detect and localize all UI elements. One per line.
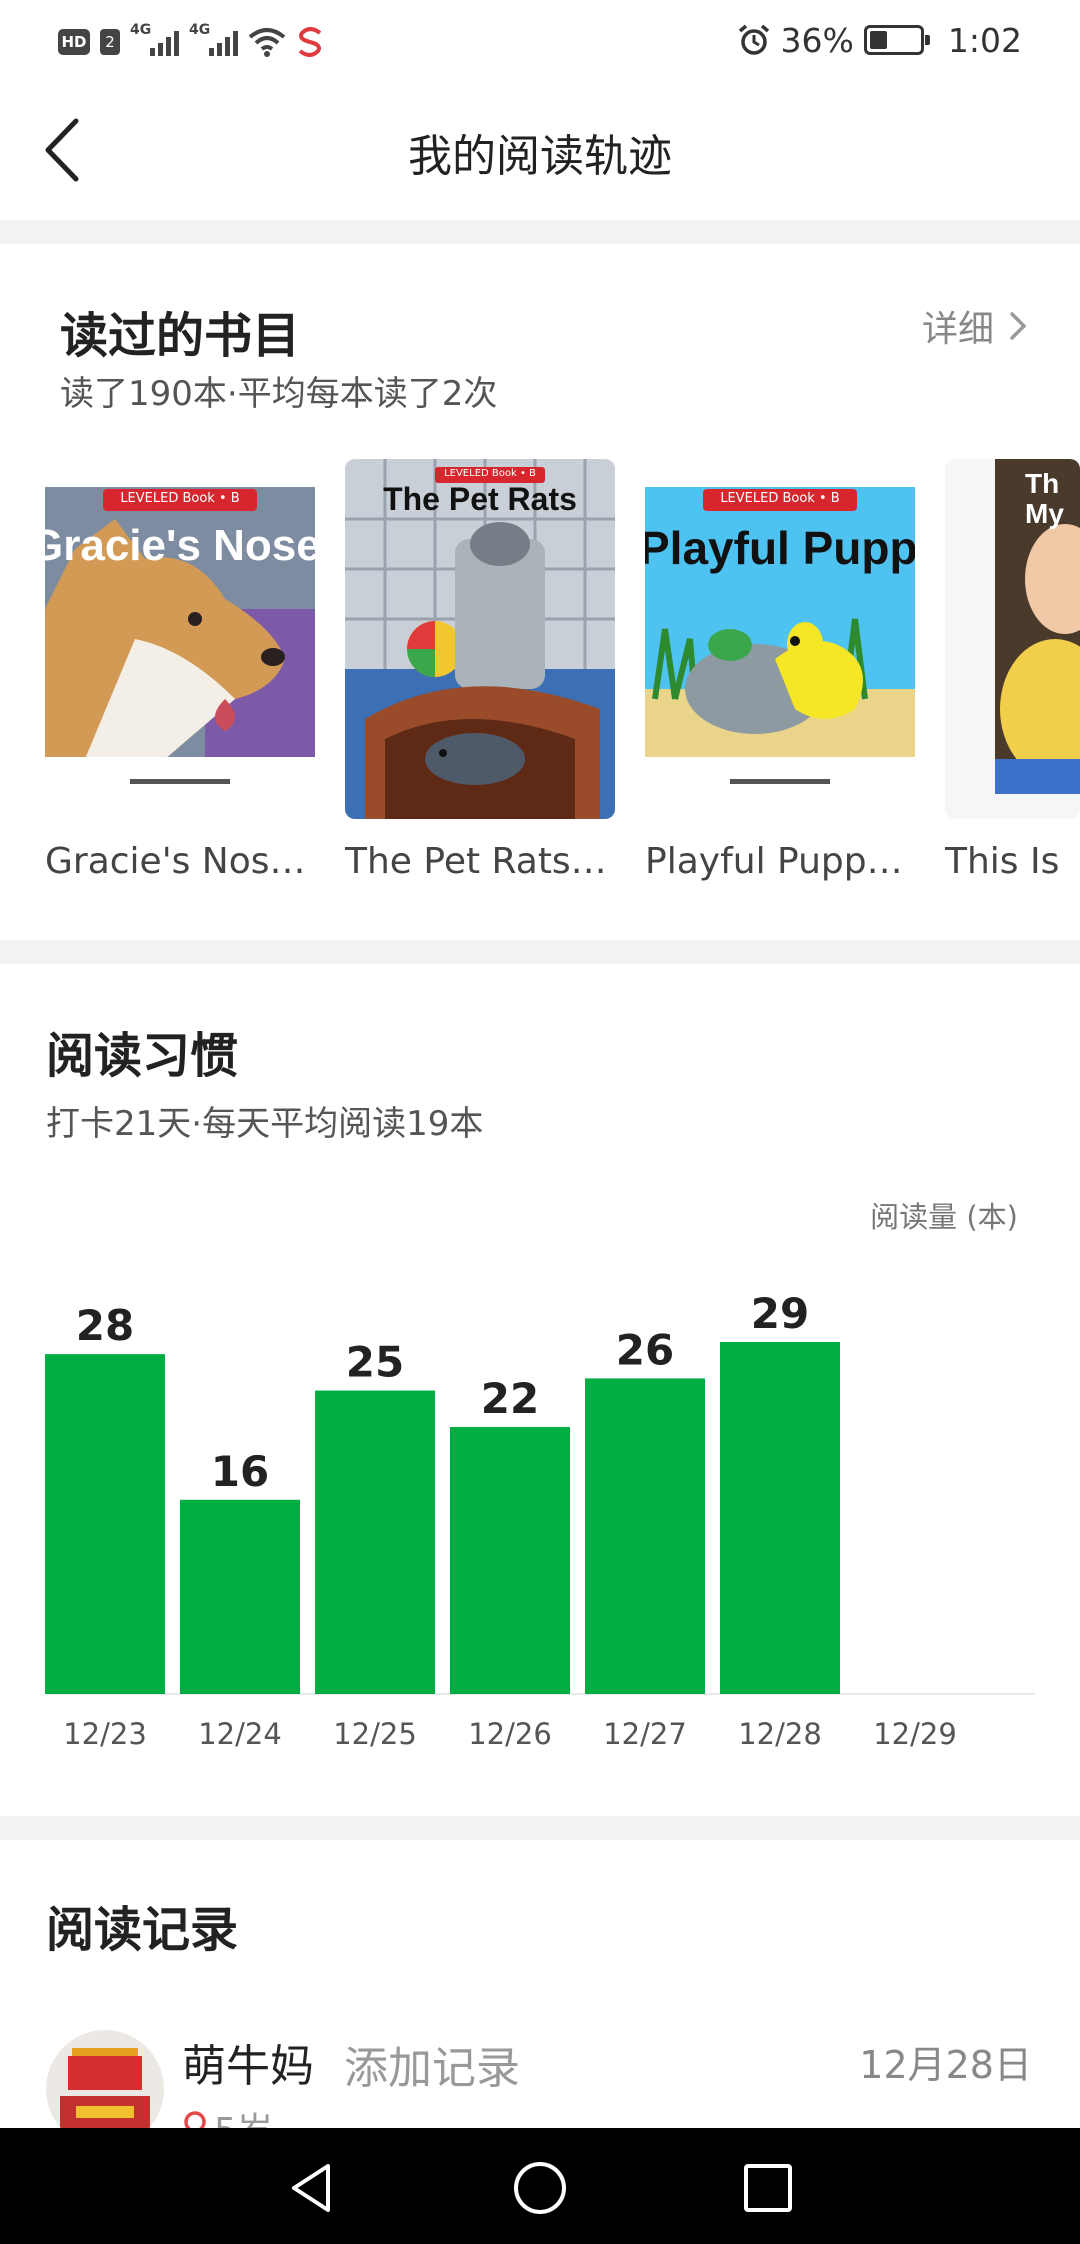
book-cover: Th My xyxy=(945,459,1080,819)
clock: 1:02 xyxy=(947,20,1022,60)
home-circle-icon[interactable] xyxy=(510,2158,570,2218)
chart-x-tick-label: 12/23 xyxy=(63,1717,147,1751)
chart-data-label: 28 xyxy=(76,1301,134,1350)
system-nav-bar xyxy=(0,2128,1080,2244)
book-cover: LEVELED Book • B Playful Puppy xyxy=(645,459,915,819)
books-section-subtitle: 读了190本·平均每本读了2次 xyxy=(60,374,498,414)
page-title: 我的阅读轨迹 xyxy=(408,131,672,182)
alarm-icon xyxy=(738,24,769,55)
status-icons-left: HD 2 4G 4G xyxy=(58,22,324,62)
status-icons-right: 36% 1:02 xyxy=(737,18,1022,62)
chart-x-tick-label: 12/24 xyxy=(198,1717,282,1751)
books-section: 读过的书目 读了190本·平均每本读了2次 详细 LEVELED Book • … xyxy=(0,244,1080,940)
chart-data-label: 25 xyxy=(346,1338,404,1387)
habit-section: 阅读习惯 打卡21天·每天平均阅读19本 阅读量 (本) 28 12/23 16 12… xyxy=(0,964,1080,1816)
record-date: 12月28日 xyxy=(859,2043,1032,2087)
yellow-puppy-illustration-icon xyxy=(645,487,915,819)
book-title: This Is xyxy=(945,841,1060,882)
back-triangle-icon[interactable] xyxy=(282,2158,342,2218)
book-cover: LEVELED Book • B Gracie's Nose xyxy=(45,459,315,819)
cover-banner: LEVELED Book • B xyxy=(444,468,536,479)
book-item[interactable]: LEVELED Book • B Gracie's Nose Gracie's … xyxy=(45,459,315,882)
app-notification-icon xyxy=(298,27,322,57)
avatar[interactable] xyxy=(46,2030,164,2128)
hd-badge: HD xyxy=(58,29,90,55)
user-age: 5岁 xyxy=(214,2102,273,2128)
chart-bar xyxy=(45,1354,165,1694)
user-avatar-icon xyxy=(46,2030,164,2128)
reading-bar-chart: 28 12/23 16 12/24 25 12/25 22 12/26 26 12/27 29 12/… xyxy=(45,1289,1035,1751)
chart-data-label: 29 xyxy=(751,1289,809,1338)
network-type-label: 4G xyxy=(130,22,152,38)
user-name[interactable]: 萌牛妈 xyxy=(182,2030,314,2094)
chart-data-label: 22 xyxy=(481,1374,539,1423)
nav-bar: 我的阅读轨迹 xyxy=(0,80,1080,220)
book-title: Gracie's Nos… xyxy=(45,841,306,882)
network-type-label: 4G xyxy=(189,22,211,38)
cover-title: Th My xyxy=(1025,468,1064,529)
records-section: 阅读记录 萌牛妈 添加记录 12月28日 5岁 xyxy=(0,1840,1080,2128)
chart-data-label: 26 xyxy=(616,1325,674,1374)
chart-bar xyxy=(180,1499,300,1694)
user-age-row: 5岁 xyxy=(180,2102,273,2128)
chart-bar xyxy=(720,1342,840,1694)
cover-title: Playful Puppy xyxy=(645,522,915,574)
add-record-button[interactable]: 添加记录 xyxy=(344,2032,520,2096)
cover-title: Gracie's Nose xyxy=(45,521,315,570)
chart-bar xyxy=(585,1378,705,1694)
recents-square-icon[interactable] xyxy=(738,2158,798,2218)
battery-percent: 36% xyxy=(780,20,854,60)
books-section-title: 读过的书目 xyxy=(60,308,301,364)
detail-link[interactable]: 详细 xyxy=(922,300,1028,352)
book-cover: LEVELED Book • B The Pet Rats xyxy=(345,459,615,819)
book-item[interactable]: LEVELED Book • B Playful Puppy Playful P… xyxy=(645,459,915,882)
female-icon xyxy=(184,2111,206,2128)
cover-title: The Pet Rats xyxy=(383,481,577,517)
signal-2-icon: 4G xyxy=(189,22,238,56)
chevron-right-icon xyxy=(1010,312,1027,340)
wifi-icon xyxy=(248,28,286,57)
corgi-dog-illustration-icon xyxy=(45,487,315,819)
cover-banner: LEVELED Book • B xyxy=(120,491,240,506)
book-title: The Pet Rats… xyxy=(345,841,607,882)
chart-bar xyxy=(450,1426,570,1694)
cover-banner: LEVELED Book • B xyxy=(720,491,840,506)
book-item[interactable]: LEVELED Book • B The Pet Rats The Pet Ra… xyxy=(345,459,615,882)
book-item[interactable]: Th My This Is xyxy=(945,459,1080,882)
chart-x-tick-label: 12/26 xyxy=(468,1717,552,1751)
chart-data-label: 16 xyxy=(211,1447,269,1496)
chart-x-tick-label: 12/27 xyxy=(603,1717,687,1751)
signal-1-icon: 4G xyxy=(130,22,179,56)
chart-x-tick-label: 12/29 xyxy=(873,1717,957,1751)
status-bar: HD 2 4G 4G 36% 1:02 xyxy=(0,0,1080,80)
chart-bar xyxy=(315,1390,435,1694)
detail-label: 详细 xyxy=(921,309,994,350)
chart-x-tick-label: 12/25 xyxy=(333,1717,417,1751)
book-title: Playful Pupp… xyxy=(645,841,903,882)
records-section-title: 阅读记录 xyxy=(46,1902,239,1958)
chart-x-tick-label: 12/28 xyxy=(738,1717,822,1751)
sim-badge: 2 xyxy=(100,29,120,55)
battery-icon xyxy=(863,25,930,55)
